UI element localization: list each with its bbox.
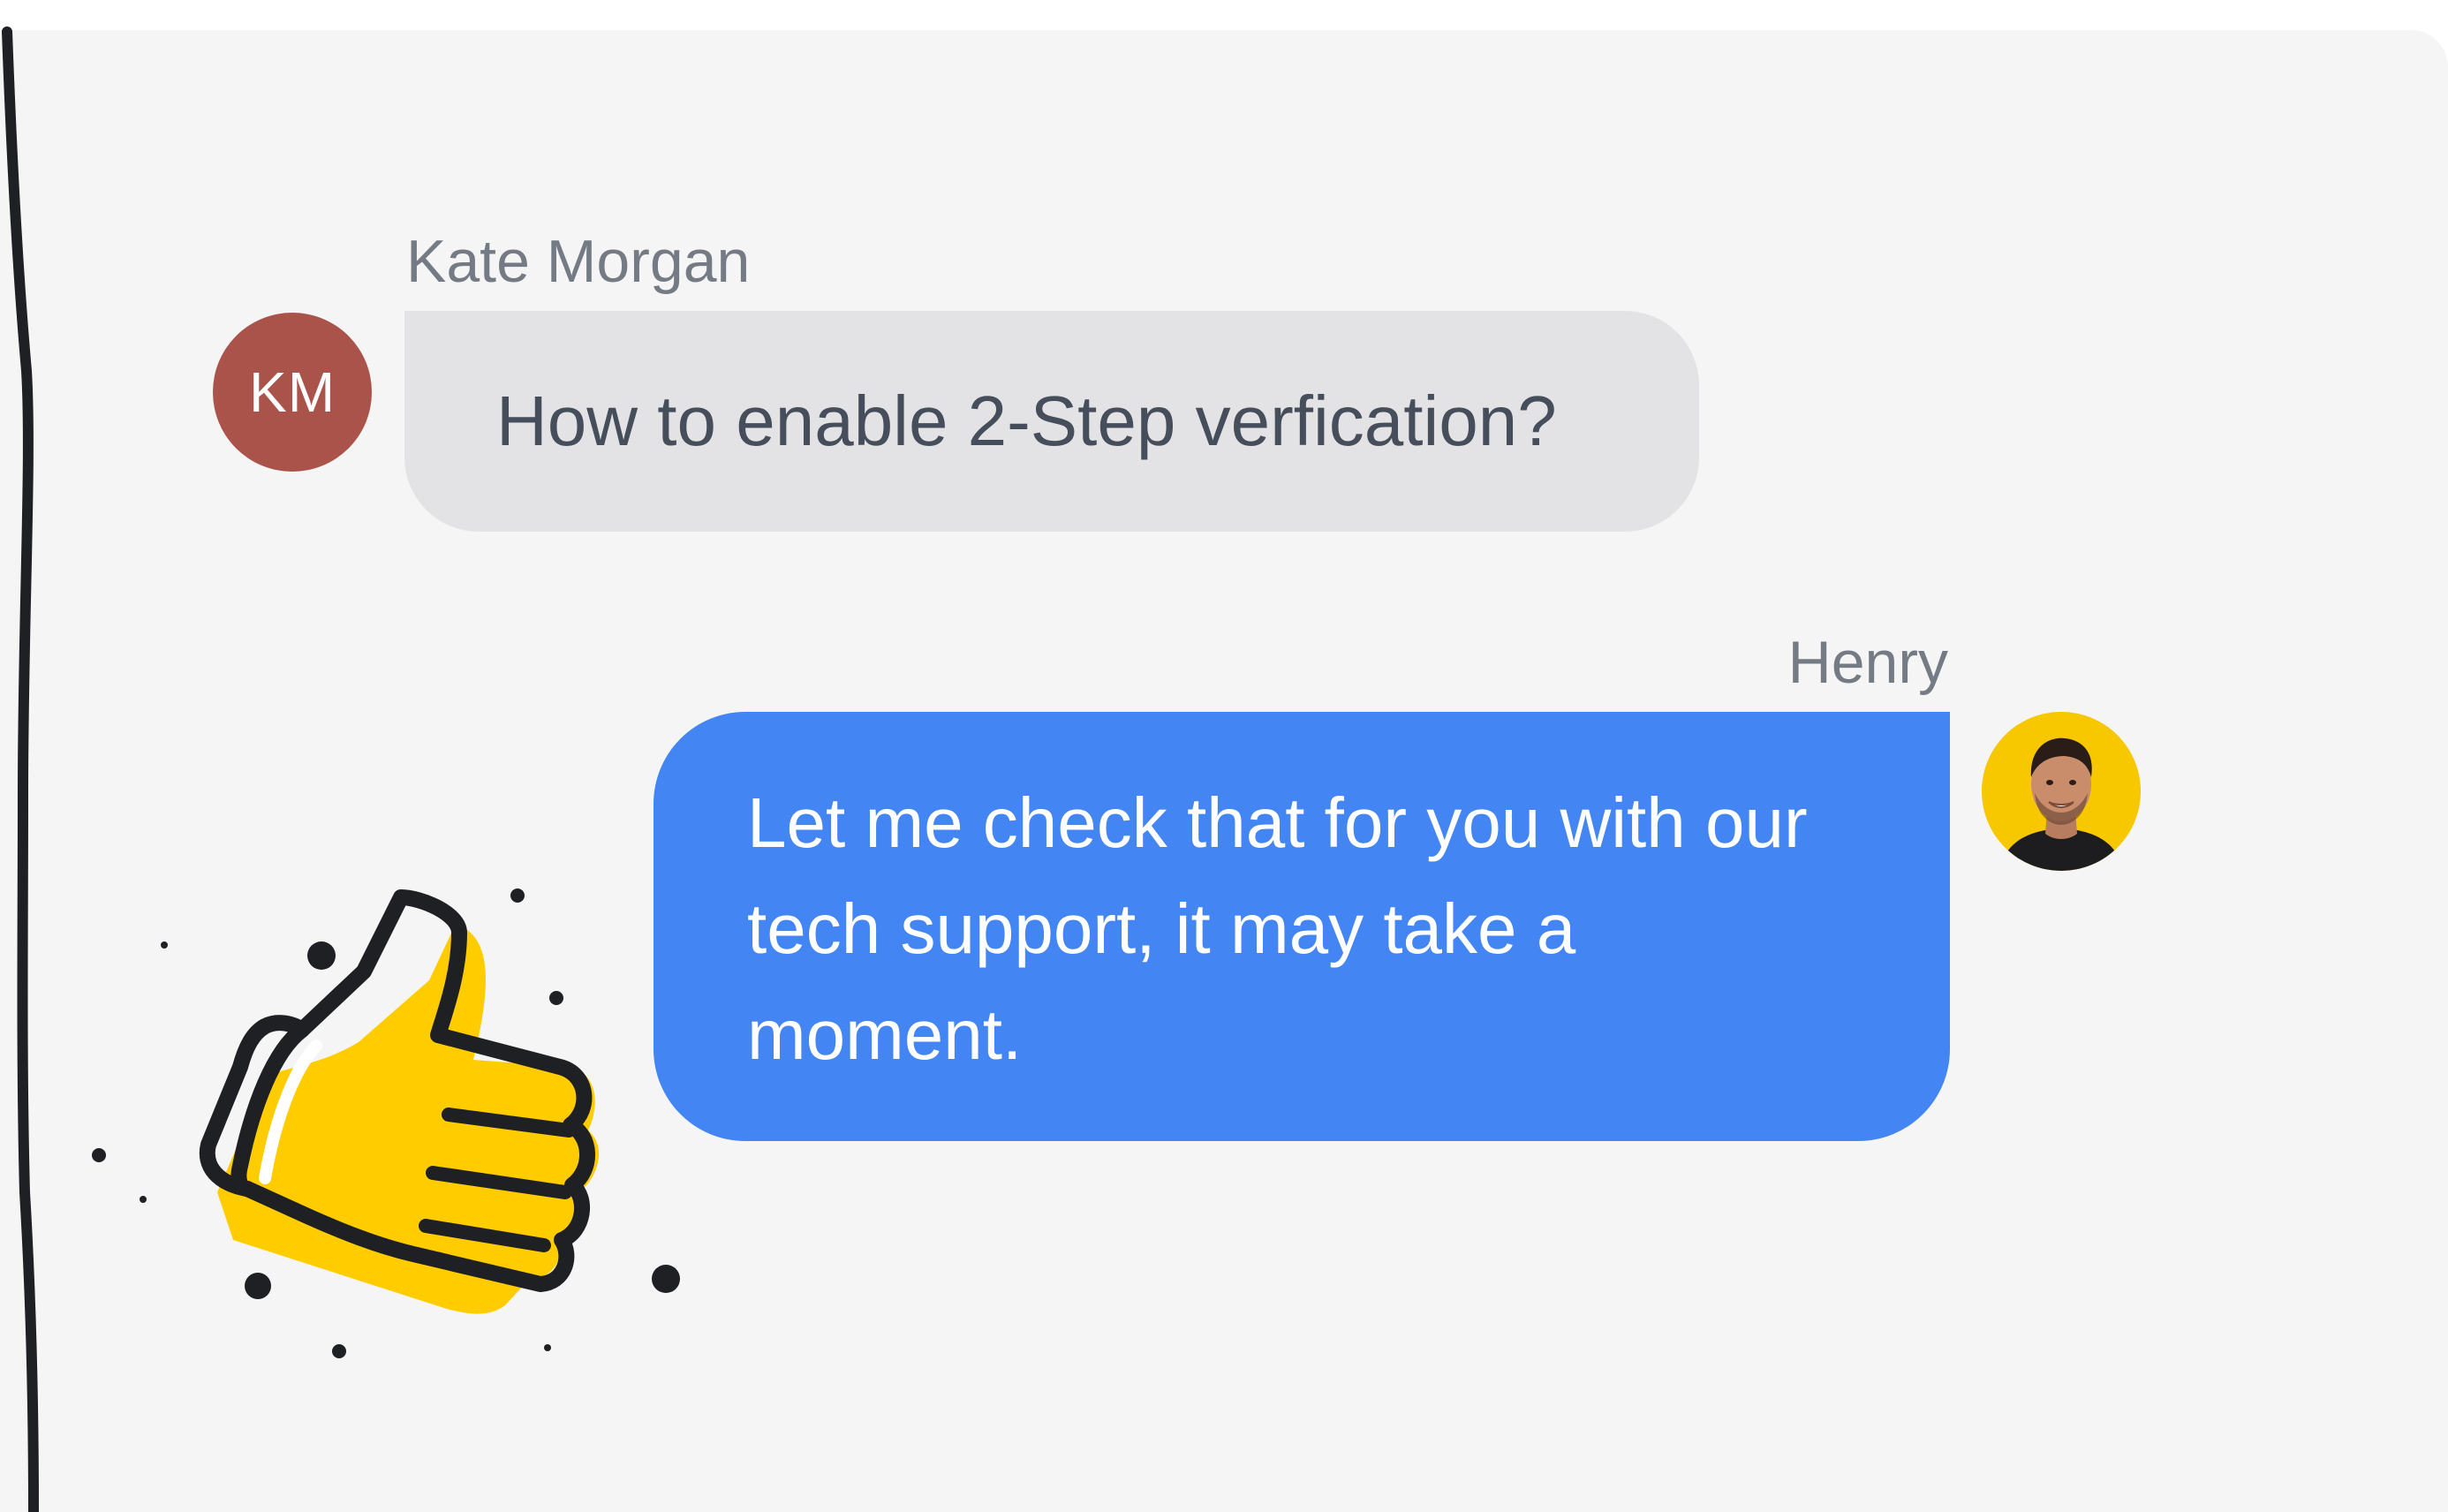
incoming-sender-name: Kate Morgan <box>406 228 751 295</box>
outgoing-sender-name: Henry <box>1787 629 1948 696</box>
thumbs-up-icon <box>92 888 680 1358</box>
hand-drawn-border <box>2 26 39 1512</box>
avatar: KM <box>213 313 372 472</box>
outgoing-message-bubble: Let me check that for you with our tech … <box>654 712 1950 1141</box>
chat-illustration: Kate Morgan KM How to enable 2-Step verf… <box>0 0 2448 1512</box>
incoming-message-text: How to enable 2-Step verfication? <box>496 382 1557 460</box>
person-portrait-icon <box>1982 712 2141 871</box>
incoming-message-bubble: How to enable 2-Step verfication? <box>404 311 1699 532</box>
outgoing-message-text: Let me check that for you with our tech … <box>747 783 1808 1074</box>
avatar <box>1982 712 2141 871</box>
